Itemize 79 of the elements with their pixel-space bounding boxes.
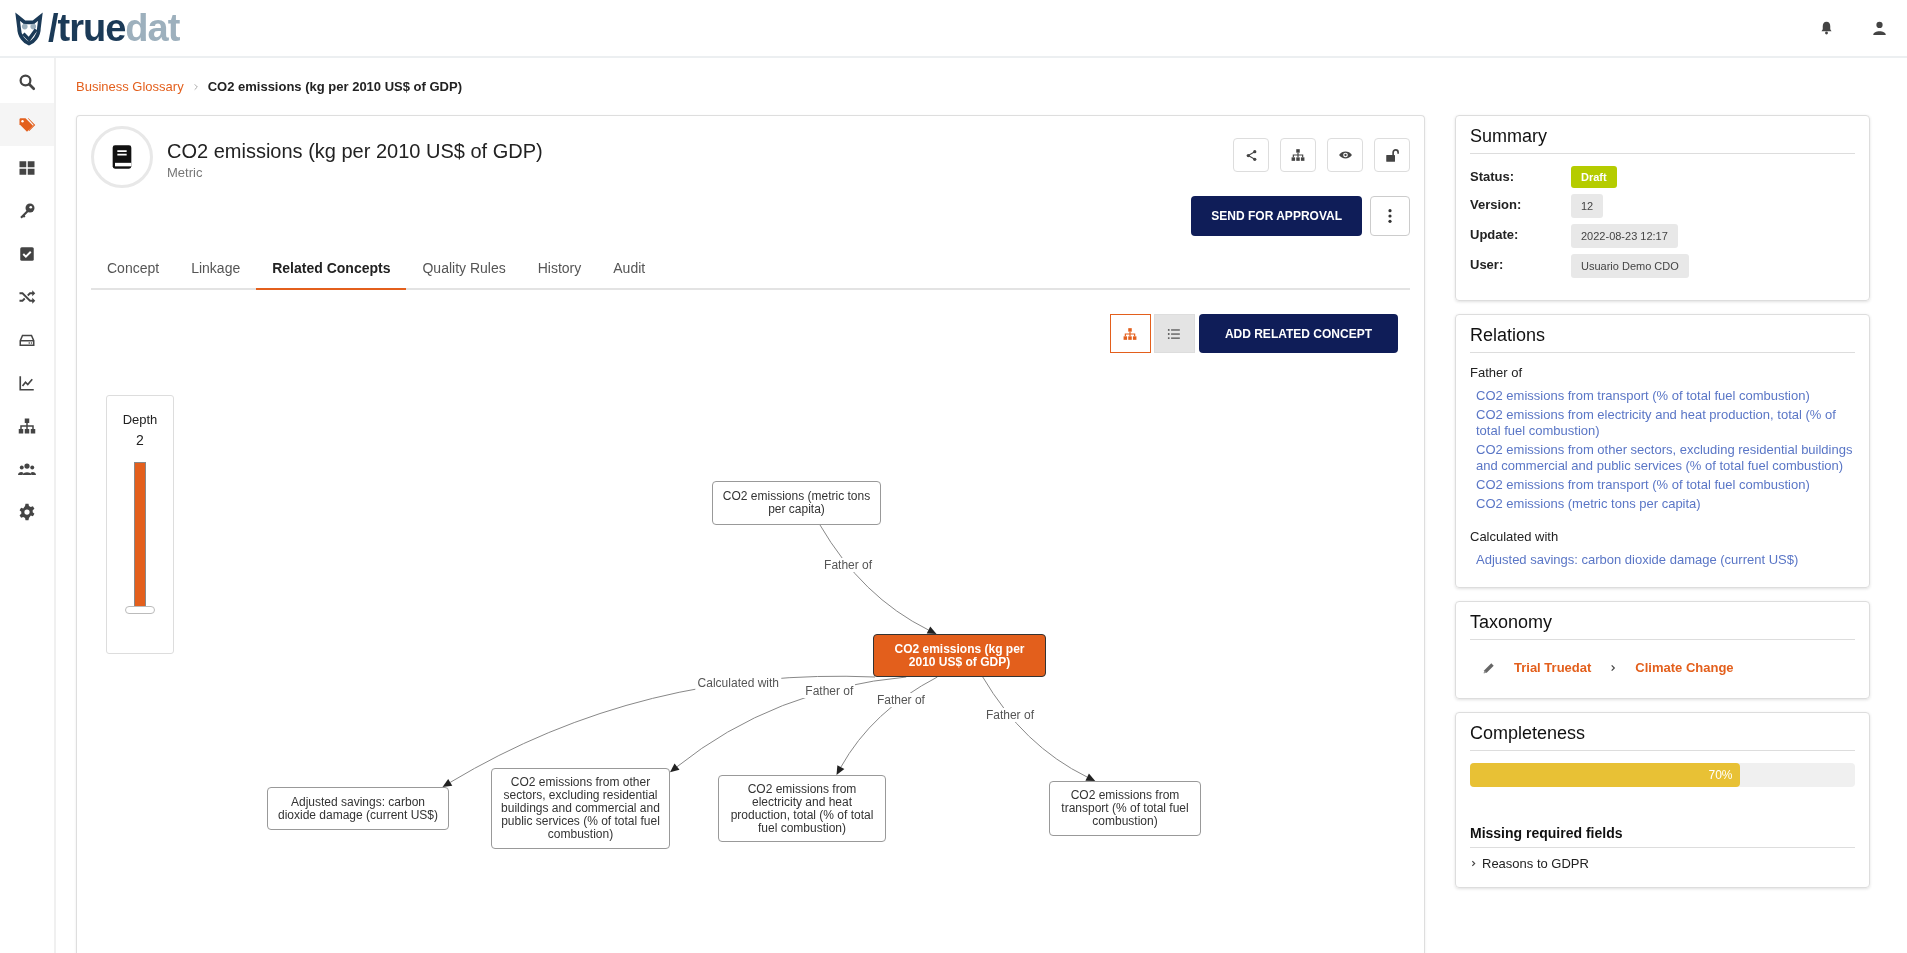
value-badge: 12: [1571, 194, 1604, 218]
eye-button[interactable]: [1327, 138, 1363, 172]
concept-node[interactable]: Adjusted savings: carbon dioxide damage (current US$): [267, 787, 449, 830]
depth-value: 2: [136, 432, 144, 448]
shuffle-icon: [18, 287, 36, 306]
tab[interactable]: Audit: [597, 252, 662, 290]
tab[interactable]: Quality Rules: [406, 252, 522, 290]
related-concept-link[interactable]: CO2 emissions from transport (% of total fuel combustion): [1476, 477, 1855, 493]
chevron-right-icon: [191, 81, 200, 92]
search-icon: [18, 72, 36, 91]
settings-icon: [18, 502, 36, 521]
pencil-icon: [1482, 661, 1496, 675]
line-chart-icon: [18, 373, 36, 392]
concept-node[interactable]: CO2 emissions from transport (% of total fuel combustion): [1049, 781, 1201, 836]
list-view-button[interactable]: [1153, 314, 1195, 353]
slider-thumb[interactable]: [125, 606, 155, 614]
checkbox-icon: [18, 244, 36, 263]
unlock-button[interactable]: [1374, 138, 1410, 172]
depth-label: Depth: [122, 412, 158, 427]
concept-node[interactable]: CO2 emissions (metric tons per capita): [712, 481, 881, 525]
tab[interactable]: Linkage: [175, 252, 257, 290]
edge-label: Calculated with: [695, 675, 781, 690]
card-title: Taxonomy: [1470, 612, 1855, 640]
card-title: Relations: [1470, 325, 1855, 353]
owl-logo-icon: [12, 10, 46, 46]
tags-icon: [18, 115, 36, 134]
relation-type-label: Calculated with: [1470, 529, 1560, 544]
depth-slider[interactable]: [125, 462, 155, 614]
field-label: Version:: [1470, 196, 1523, 212]
chevron-right-icon: [1470, 859, 1477, 868]
missing-fields-title: Missing required fields: [1470, 825, 1855, 848]
concept-node[interactable]: CO2 emissions from other sectors, excluding residential buildings and commercial and public services (% of total fuel combustion): [491, 768, 670, 849]
tab[interactable]: History: [521, 252, 598, 290]
breadcrumb-link[interactable]: Business Glossary: [76, 79, 184, 94]
send-for-approval-button[interactable]: SEND FOR APPROVAL: [1191, 196, 1362, 236]
status-badge: Draft: [1571, 166, 1617, 188]
relation-type-label: Father of: [1470, 365, 1524, 380]
field-label: User:: [1470, 256, 1505, 272]
taxonomy-link[interactable]: Trial Truedat: [1514, 660, 1592, 676]
hierarchy-button[interactable]: [1280, 138, 1316, 172]
concept-title: CO2 emissions (kg per 2010 US$ of GDP): [167, 140, 543, 163]
chevron-right-icon: [1609, 663, 1618, 673]
user-icon: [1872, 20, 1887, 36]
hierarchy-icon: [18, 416, 36, 435]
concept-node[interactable]: CO2 emissions from electricity and heat production, total (% of total fuel combustion): [718, 775, 886, 842]
edge-label: Father of: [822, 558, 875, 573]
related-concept-link[interactable]: CO2 emissions from electricity and heat production, total (% of total fuel combustion): [1476, 407, 1855, 439]
card-title: Completeness: [1470, 723, 1855, 751]
concept-type: Metric: [167, 165, 204, 180]
share-button[interactable]: [1233, 138, 1269, 172]
vertical-dots-icon: [1388, 208, 1392, 224]
logo-text: /truedat: [48, 6, 180, 50]
list-icon: [1167, 326, 1182, 341]
related-concept-link[interactable]: CO2 emissions from transport (% of total fuel combustion): [1476, 388, 1855, 404]
concept-node[interactable]: CO2 emissions (kg per 2010 US$ of GDP): [873, 634, 1046, 677]
card-title: Summary: [1470, 126, 1855, 154]
tab[interactable]: Related Concepts: [256, 252, 407, 290]
hierarchy-icon: [1123, 326, 1138, 341]
bell-icon: [1819, 20, 1834, 36]
missing-field[interactable]: Reasons to GDPR: [1482, 856, 1589, 871]
field-label: Status:: [1470, 168, 1516, 184]
key-icon: [18, 201, 36, 220]
progress-reading: 70%: [1708, 768, 1733, 782]
dashboard-icon: [18, 158, 36, 177]
related-concept-link[interactable]: CO2 emissions from other sectors, excluding residential buildings and commercial and public services (% of total fuel combustion): [1476, 442, 1855, 474]
related-concept-link[interactable]: CO2 emissions (metric tons per capita): [1476, 496, 1855, 512]
graph-view-button[interactable]: [1109, 314, 1151, 353]
tab[interactable]: Concept: [91, 252, 176, 290]
padlock-open-icon: [1384, 147, 1400, 163]
breadcrumb-current: CO2 emissions (kg per 2010 US$ of GDP): [207, 79, 462, 94]
hierarchy-icon: [1291, 148, 1305, 162]
related-concept-link[interactable]: Adjusted savings: carbon dioxide damage (current US$): [1476, 552, 1855, 568]
add-related-concept-button[interactable]: ADD RELATED CONCEPT: [1198, 314, 1398, 353]
taxonomy-link[interactable]: Climate Change: [1635, 660, 1734, 676]
field-label: Update:: [1470, 226, 1520, 242]
edge-label: Father of: [803, 683, 856, 698]
share-icon: [1244, 148, 1258, 162]
value-badge: Usuario Demo CDO: [1571, 254, 1689, 278]
value-badge: 2022-08-23 12:17: [1571, 224, 1678, 248]
